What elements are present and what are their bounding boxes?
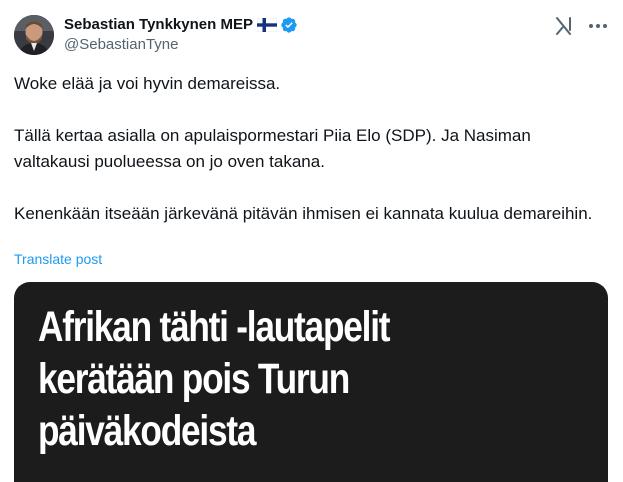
display-name-row: Sebastian Tynkkynen MEP	[64, 14, 298, 35]
grok-icon[interactable]	[553, 15, 575, 37]
verified-badge-icon[interactable]	[280, 16, 298, 34]
media-image[interactable]: Afrikan tähti -lautapelit kerätään pois …	[14, 282, 608, 482]
translate-post-link[interactable]: Translate post	[14, 251, 102, 267]
author-handle[interactable]: @SebastianTyne	[64, 36, 298, 53]
header-actions	[553, 15, 609, 37]
media-headline-line: päiväkodeista	[38, 407, 256, 455]
tweet-text: Woke elää ja voi hyvin demareissa. Tällä…	[14, 71, 609, 227]
finland-flag-icon	[256, 17, 278, 32]
tweet-paragraph: Woke elää ja voi hyvin demareissa.	[14, 74, 281, 93]
tweet-header: Sebastian Tynkkynen MEP @SebastianTyne	[14, 13, 609, 57]
tweet-paragraph: Kenenkään itseään järkevänä pitävän ihmi…	[14, 204, 593, 223]
more-icon[interactable]	[587, 15, 609, 37]
media-headline-line: Afrikan tähti -lautapelit	[38, 303, 391, 351]
author-names: Sebastian Tynkkynen MEP @SebastianTyne	[64, 14, 298, 53]
avatar[interactable]	[14, 15, 54, 55]
author-display-name[interactable]: Sebastian Tynkkynen MEP	[64, 16, 253, 33]
media-headline-line: kerätään pois Turun	[38, 355, 350, 403]
tweet-paragraph: Tällä kertaa asialla on apulaispormestar…	[14, 126, 536, 171]
media-headline: Afrikan tähti -lautapelit kerätään pois …	[38, 301, 604, 457]
